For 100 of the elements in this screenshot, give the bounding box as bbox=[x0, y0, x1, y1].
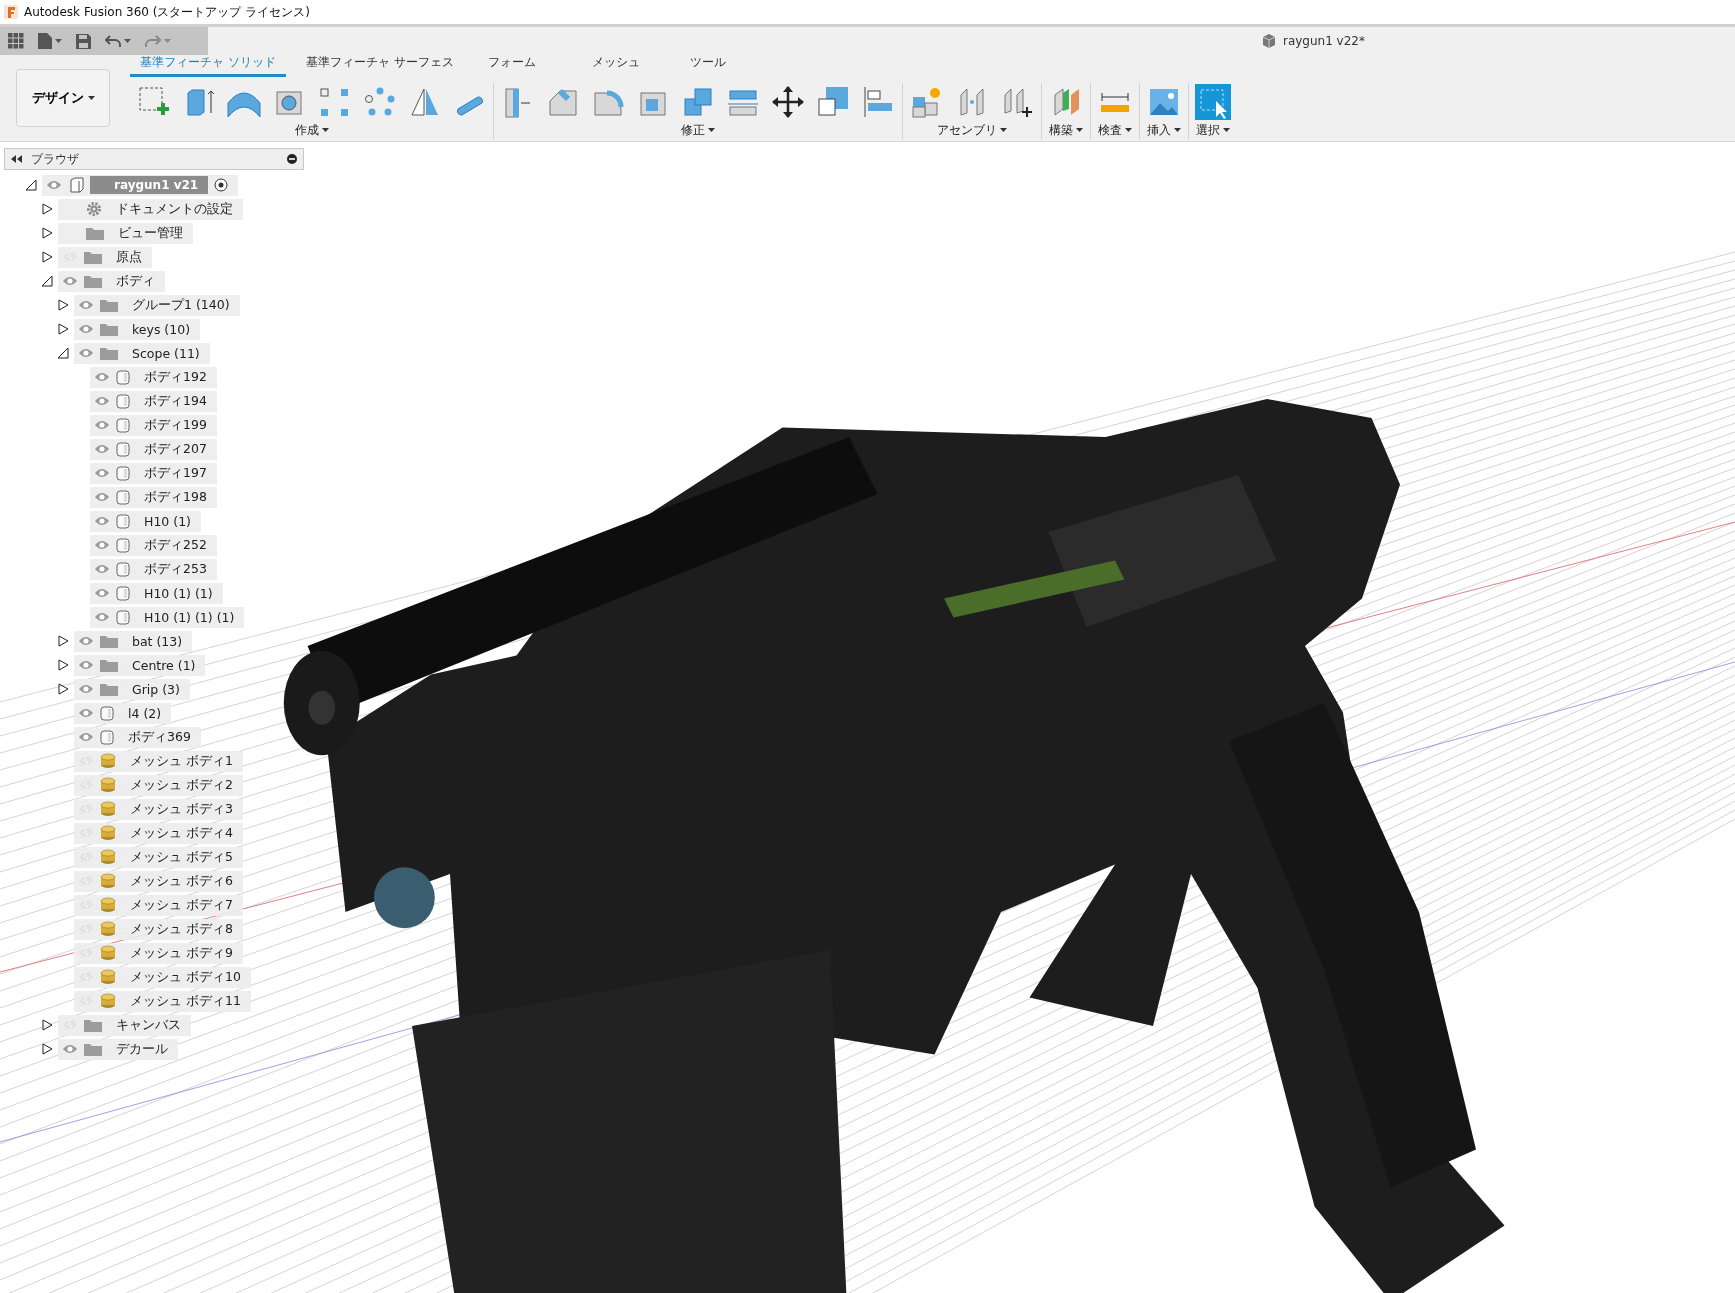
tree-node[interactable]: ボディ253 bbox=[90, 558, 217, 580]
rectangular-pattern-icon bbox=[317, 85, 351, 119]
eye-icon[interactable] bbox=[94, 419, 110, 431]
tree-node[interactable]: メッシュ ボディ8 bbox=[74, 918, 243, 940]
tree-node[interactable]: キャンバス bbox=[58, 1014, 191, 1036]
apps-grid-button[interactable] bbox=[8, 33, 24, 49]
group-menu-button[interactable]: 構築 bbox=[1049, 121, 1083, 139]
eye-icon[interactable] bbox=[94, 371, 110, 383]
node-label: ボディ198 bbox=[143, 488, 207, 506]
tree-node[interactable]: メッシュ ボディ10 bbox=[74, 966, 251, 988]
tree-node[interactable]: メッシュ ボディ2 bbox=[74, 774, 243, 796]
tree-node[interactable]: デカール bbox=[58, 1038, 178, 1060]
body-icon bbox=[116, 417, 130, 433]
tree-node[interactable]: ボディ207 bbox=[90, 438, 217, 460]
undo-button[interactable] bbox=[105, 34, 131, 48]
eye-icon[interactable] bbox=[78, 347, 94, 359]
eye-icon[interactable] bbox=[94, 467, 110, 479]
workspace-dropdown[interactable]: デザイン bbox=[16, 69, 110, 127]
group-menu-button[interactable]: 選択 bbox=[1196, 121, 1230, 139]
save-button[interactable] bbox=[76, 33, 91, 49]
eye-icon[interactable] bbox=[94, 587, 110, 599]
group-menu-button[interactable]: 作成 bbox=[294, 121, 329, 139]
tree-node[interactable]: bat (13) bbox=[74, 630, 193, 652]
tree-node[interactable]: ボディ192 bbox=[90, 366, 217, 388]
eye-icon[interactable] bbox=[94, 539, 110, 551]
ribbon-tab[interactable]: フォーム bbox=[477, 54, 546, 77]
node-label: l4 (2) bbox=[127, 705, 162, 721]
tree-node[interactable]: メッシュ ボディ11 bbox=[74, 990, 251, 1012]
eye-icon[interactable] bbox=[62, 1043, 78, 1055]
eye-icon[interactable] bbox=[94, 515, 110, 527]
tree-node[interactable]: 原点 bbox=[58, 246, 152, 268]
tree-node[interactable]: keys (10) bbox=[74, 318, 201, 340]
file-menu-button[interactable] bbox=[38, 33, 62, 49]
eye-icon[interactable] bbox=[78, 299, 94, 311]
node-label: H10 (1) (1) (1) bbox=[143, 609, 235, 625]
eye-icon[interactable] bbox=[46, 179, 62, 191]
eye-icon[interactable] bbox=[94, 563, 110, 575]
collapse-panel-icon[interactable] bbox=[11, 155, 23, 163]
tree-node[interactable]: Grip (3) bbox=[74, 678, 190, 700]
tree-node[interactable]: ドキュメントの設定 bbox=[58, 198, 243, 220]
tree-node[interactable]: メッシュ ボディ6 bbox=[74, 870, 243, 892]
tree-node[interactable]: メッシュ ボディ3 bbox=[74, 798, 243, 820]
folder-icon bbox=[84, 250, 102, 264]
tree-node[interactable]: ボディ197 bbox=[90, 462, 217, 484]
node-label: keys (10) bbox=[131, 321, 191, 337]
node-label: ボディ369 bbox=[127, 728, 191, 746]
tree-node[interactable]: ボディ bbox=[58, 270, 165, 292]
node-label: キャンバス bbox=[115, 1016, 181, 1034]
group-menu-button[interactable]: 検査 bbox=[1098, 121, 1132, 139]
tree-node[interactable]: ボディ198 bbox=[90, 486, 217, 508]
tree-node[interactable]: Scope (11) bbox=[74, 342, 210, 364]
caret-icon bbox=[1174, 128, 1181, 133]
minus-circle-icon[interactable] bbox=[287, 154, 297, 164]
tree-node[interactable]: グループ1 (140) bbox=[74, 294, 240, 316]
eye-icon[interactable] bbox=[78, 707, 94, 719]
tree-node[interactable]: メッシュ ボディ1 bbox=[74, 750, 243, 772]
tree-node[interactable]: ビュー管理 bbox=[58, 222, 193, 244]
tree-node[interactable]: メッシュ ボディ4 bbox=[74, 822, 243, 844]
radio-icon[interactable] bbox=[214, 178, 229, 192]
eye-icon[interactable] bbox=[78, 659, 94, 671]
node-label: ボディ253 bbox=[143, 560, 207, 578]
ribbon-tab[interactable]: メッシュ bbox=[581, 54, 650, 77]
ribbon-tab[interactable]: 基準フィーチャ サーフェス bbox=[295, 54, 464, 77]
tree-node[interactable]: ボディ252 bbox=[90, 534, 217, 556]
caret-icon bbox=[708, 128, 715, 133]
mesh-body-icon bbox=[100, 777, 116, 793]
ribbon-tab[interactable]: ツール bbox=[679, 54, 736, 77]
tree-node[interactable]: ボディ199 bbox=[90, 414, 217, 436]
tree-node[interactable]: H10 (1) (1) bbox=[90, 582, 223, 604]
redo-button[interactable] bbox=[145, 34, 171, 48]
tree-node[interactable]: ボディ194 bbox=[90, 390, 217, 412]
tree-node[interactable]: ボディ369 bbox=[74, 726, 201, 748]
group-menu-button[interactable]: 挿入 bbox=[1147, 121, 1181, 139]
node-label: メッシュ ボディ4 bbox=[129, 824, 233, 842]
node-label: メッシュ ボディ11 bbox=[129, 992, 241, 1010]
eye-icon[interactable] bbox=[62, 275, 78, 287]
tree-node[interactable]: メッシュ ボディ7 bbox=[74, 894, 243, 916]
caret-icon bbox=[55, 38, 62, 44]
stacked-blocks-icon bbox=[681, 85, 715, 119]
eye-icon[interactable] bbox=[94, 491, 110, 503]
eye-icon[interactable] bbox=[78, 731, 94, 743]
folder-icon bbox=[100, 346, 118, 360]
node-label: メッシュ ボディ8 bbox=[129, 920, 233, 938]
ribbon-tab[interactable]: 基準フィーチャ ソリッド bbox=[130, 54, 286, 77]
toolbar-button[interactable] bbox=[770, 84, 806, 120]
tree-node[interactable]: メッシュ ボディ5 bbox=[74, 846, 243, 868]
eye-icon[interactable] bbox=[94, 395, 110, 407]
eye-icon[interactable] bbox=[78, 683, 94, 695]
group-menu-button[interactable]: アセンブリ bbox=[937, 121, 1007, 139]
group-menu-button[interactable]: 修正 bbox=[681, 121, 715, 139]
tree-node[interactable]: H10 (1) (1) (1) bbox=[90, 606, 245, 628]
tree-node[interactable]: l4 (2) bbox=[74, 702, 172, 724]
tree-node[interactable]: メッシュ ボディ9 bbox=[74, 942, 243, 964]
eye-icon[interactable] bbox=[94, 611, 110, 623]
eye-icon[interactable] bbox=[78, 635, 94, 647]
caret-icon bbox=[1076, 128, 1083, 133]
eye-icon[interactable] bbox=[78, 323, 94, 335]
tree-node[interactable]: H10 (1) bbox=[90, 510, 201, 532]
eye-icon[interactable] bbox=[94, 443, 110, 455]
tree-node[interactable]: Centre (1) bbox=[74, 654, 206, 676]
